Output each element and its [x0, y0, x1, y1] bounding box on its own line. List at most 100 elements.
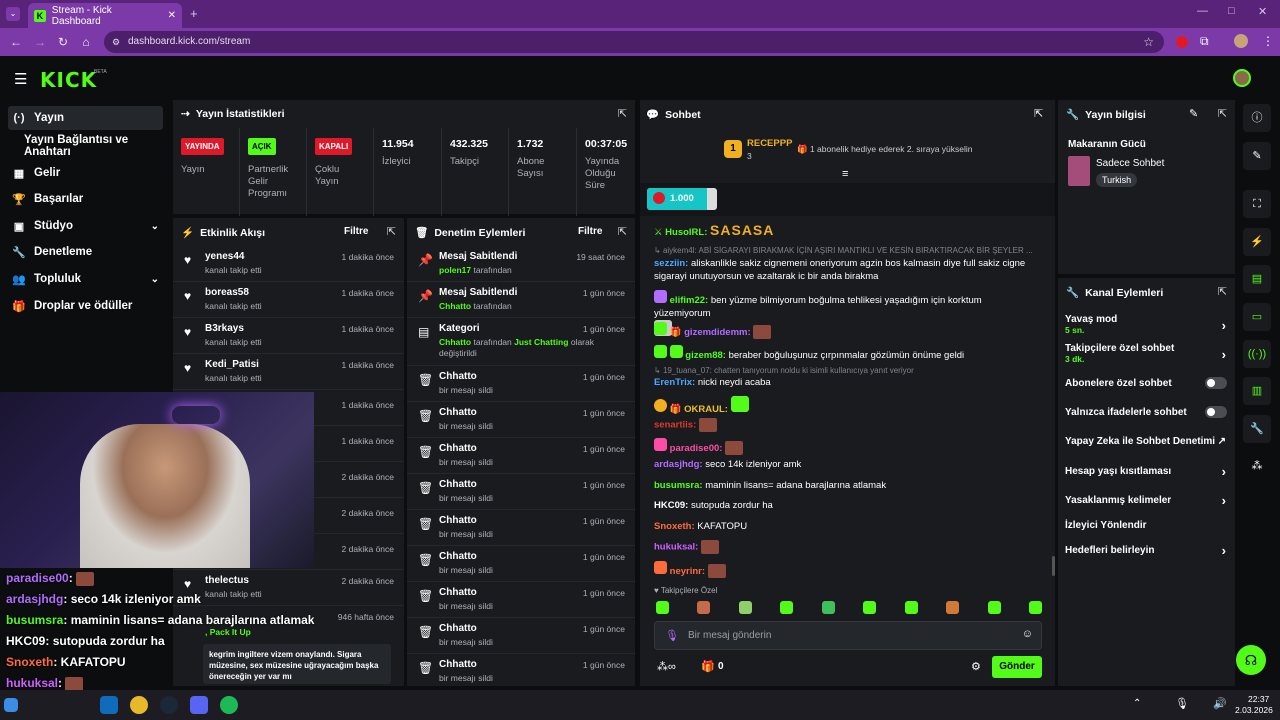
slow-mode-setting[interactable]: Yavaş mod 5 sn. › — [1065, 314, 1230, 336]
emote-icon[interactable] — [656, 601, 669, 614]
site-info-icon[interactable]: ⚙ — [112, 31, 120, 53]
emote-icon[interactable] — [946, 601, 960, 614]
chat-username[interactable]: senartiis: — [654, 420, 696, 431]
list-item[interactable]: ▤ Kategori Chhatto tarafından Just Chatt… — [407, 318, 635, 366]
category-name[interactable]: Sadece Sohbet — [1096, 158, 1164, 169]
sidebar-item-gelir[interactable]: ▦ Gelir — [8, 161, 163, 185]
extensions-icon[interactable]: ⧉ — [1200, 34, 1209, 49]
outlook-icon[interactable] — [100, 696, 118, 714]
chat-username[interactable]: busumsra: — [654, 480, 703, 491]
account-age-setting[interactable]: Hesap yaşı kısıtlaması › — [1065, 464, 1230, 479]
forward-icon[interactable]: → — [32, 34, 48, 50]
chat-username[interactable]: HusoIRL: — [665, 227, 707, 238]
sidebar-item-yayin[interactable]: (·) Yayın — [8, 106, 163, 130]
edit-icon[interactable]: ✎ — [1189, 107, 1198, 120]
category-thumbnail[interactable] — [1068, 156, 1090, 186]
raid-setting[interactable]: İzleyici Yönlendir — [1065, 520, 1230, 531]
language-tag[interactable]: Turkish — [1096, 173, 1138, 187]
list-item[interactable]: ♥ B3rkays kanalı takip etti 1 dakika önc… — [173, 318, 404, 354]
chat-username[interactable]: hukuksal: — [654, 542, 698, 553]
chat-input[interactable]: 🎙 Bir mesaj gönderin ☺ — [654, 621, 1042, 650]
chat-username[interactable]: ErenTrix: — [654, 377, 695, 388]
broadcast-icon[interactable]: ((·)) — [1243, 340, 1271, 368]
expand-icon[interactable]: ⇱ — [618, 107, 627, 120]
steam-icon[interactable] — [160, 696, 178, 714]
goal-progress[interactable]: 1.000 — [647, 188, 717, 210]
chat-username[interactable]: paradise00: — [670, 443, 723, 454]
sidebar-item-basarilar[interactable]: 🏆 Başarılar — [8, 187, 163, 211]
browser-menu-icon[interactable]: ⋮ — [1262, 34, 1274, 48]
hamburger-menu-icon[interactable]: ☰ — [14, 70, 27, 88]
notes-icon[interactable]: ▤ — [1243, 265, 1271, 293]
chat-scrollbar[interactable] — [1052, 556, 1055, 576]
list-item[interactable]: 🗑 Chhatto bir mesajı sildi 1 gün önce — [407, 366, 635, 402]
followers-only-setting[interactable]: Takipçilere özel sohbet 3 dk. › — [1065, 343, 1230, 365]
list-item[interactable]: 🗑 Chhatto bir mesajı sildi 1 gün önce — [407, 654, 635, 686]
send-button[interactable]: Gönder — [992, 656, 1042, 678]
subscribers-only-toggle[interactable] — [1205, 377, 1227, 389]
home-icon[interactable]: ⌂ — [78, 34, 94, 50]
apps-icon[interactable]: ⁂ — [1243, 452, 1271, 480]
emote-icon[interactable] — [987, 601, 1001, 614]
list-item[interactable]: 🗑 Chhatto bir mesajı sildi 1 gün önce — [407, 546, 635, 582]
list-item[interactable]: 🗑 Chhatto bir mesajı sildi 1 gün önce — [407, 618, 635, 654]
support-button-icon[interactable]: ☊ — [1236, 645, 1266, 675]
list-item[interactable]: 🗑 Chhatto bir mesajı sildi 1 gün önce — [407, 438, 635, 474]
chat-settings-icon[interactable]: ⚙ — [971, 660, 981, 673]
sidebar-item-stream-key[interactable]: Yayın Bağlantısı ve Anahtarı — [20, 134, 175, 158]
list-item[interactable]: 🗑 Chhatto bir mesajı sildi 1 gün önce — [407, 510, 635, 546]
info-icon[interactable]: ⓘ — [1243, 104, 1271, 132]
expand-icon[interactable]: ⇱ — [618, 225, 627, 238]
windows-start-icon[interactable] — [4, 698, 18, 712]
user-avatar[interactable] — [1233, 69, 1251, 87]
list-item[interactable]: ♥ yenes44 kanalı takip etti 1 dakika önc… — [173, 246, 404, 282]
chat-username[interactable]: gizemdidemm: — [684, 327, 751, 338]
channel-points-icon[interactable]: ⁂∞ — [657, 660, 676, 673]
list-item[interactable]: ♥ boreas58 kanalı takip etti 1 dakika ön… — [173, 282, 404, 318]
emote-icon[interactable] — [697, 601, 711, 614]
sidebar-item-denetleme[interactable]: 🔧 Denetleme — [8, 240, 163, 264]
ai-moderation-setting[interactable]: Yapay Zeka ile Sohbet Denetimi ↗ — [1065, 436, 1230, 447]
discord-icon[interactable] — [190, 696, 208, 714]
kick-logo[interactable]: KICK — [40, 68, 97, 92]
network-icon[interactable]: 🎙 — [1175, 697, 1189, 710]
chat-bubble-icon[interactable]: ▭ — [1243, 303, 1271, 331]
expand-icon[interactable]: ⇱ — [1034, 107, 1043, 120]
sidebar-item-topluluk[interactable]: 👥 Topluluk ⌄ — [8, 267, 163, 291]
emotes-only-toggle[interactable] — [1205, 406, 1227, 418]
tray-chevron-icon[interactable]: ⌃ — [1133, 698, 1141, 709]
list-item[interactable]: 🗑 Chhatto bir mesajı sildi 1 gün önce — [407, 582, 635, 618]
maximize-icon[interactable]: □ — [1228, 5, 1235, 17]
emote-icon[interactable] — [904, 601, 918, 614]
chat-username[interactable]: Snoxeth: — [654, 521, 695, 532]
filter-button[interactable]: Filtre — [344, 226, 368, 237]
clock-time[interactable]: 22:37 — [1248, 694, 1269, 704]
profile-avatar-icon[interactable] — [1234, 34, 1248, 48]
list-item[interactable]: 🗑 Chhatto bir mesajı sildi 1 gün önce — [407, 402, 635, 438]
sidebar-item-droplar[interactable]: 🎁 Droplar ve ödüller — [8, 294, 163, 318]
chat-username[interactable]: HKC09: — [654, 500, 688, 511]
chat-username[interactable]: elifim22: — [670, 295, 709, 306]
top-gifter-name[interactable]: RECEPPP — [747, 138, 792, 149]
emoji-picker-icon[interactable]: ☺ — [1022, 628, 1033, 640]
microphone-icon[interactable]: 🎙 — [665, 629, 679, 642]
emote-icon[interactable] — [1028, 601, 1042, 614]
sidebar-item-studyo[interactable]: ▣ Stüdyo ⌄ — [8, 214, 163, 238]
list-item[interactable]: 📌 Mesaj Sabitlendi polen17 tarafından 19… — [407, 246, 635, 282]
extension-red-icon[interactable] — [1176, 36, 1188, 48]
chat-username[interactable]: gizem88: — [685, 350, 726, 361]
tools-icon[interactable]: 🔧 — [1243, 415, 1271, 443]
lightning-icon[interactable]: ⚡ — [1243, 228, 1271, 256]
expand-icon[interactable]: ⇱ — [387, 225, 396, 238]
tab-search-icon[interactable]: ⌄ — [6, 7, 20, 21]
back-icon[interactable]: ← — [8, 34, 24, 50]
expand-icon[interactable]: ⇱ — [1218, 107, 1227, 120]
address-bar[interactable]: ⚙ dashboard.kick.com/stream ☆ — [104, 31, 1164, 53]
bookmark-star-icon[interactable]: ☆ — [1143, 31, 1154, 53]
chat-username[interactable]: ardasjhdg: — [654, 459, 703, 470]
volume-icon[interactable]: 🔊 — [1213, 697, 1227, 710]
minimize-icon[interactable]: — — [1197, 5, 1208, 17]
emote-icon[interactable] — [780, 601, 794, 614]
filter-button[interactable]: Filtre — [578, 226, 602, 237]
clock-date[interactable]: 2.03.2026 — [1235, 705, 1273, 715]
